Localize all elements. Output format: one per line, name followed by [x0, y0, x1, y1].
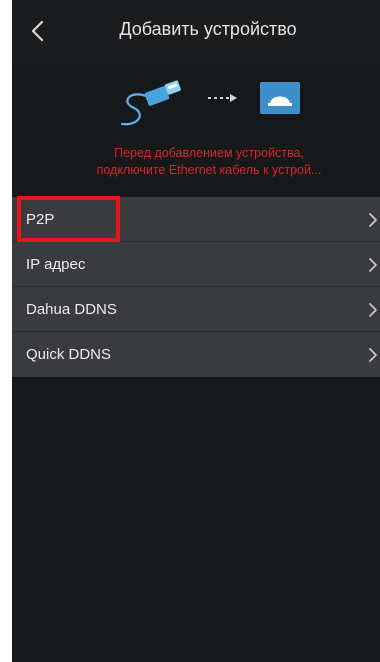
device-icon — [260, 82, 300, 114]
app-screen: Добавить устройство Перед добавлением ус… — [12, 0, 380, 662]
menu-item-label: IP адрес — [26, 256, 86, 273]
connection-illustration — [120, 80, 300, 126]
warning-line-1: Перед добавлением устройства, — [114, 146, 304, 160]
chevron-right-icon — [368, 212, 378, 228]
chevron-right-icon — [368, 347, 378, 363]
ethernet-warning: Перед добавлением устройства, подключите… — [38, 145, 380, 179]
back-button[interactable] — [26, 18, 52, 44]
chevron-right-icon — [368, 257, 378, 273]
chevron-right-icon — [368, 302, 378, 318]
nav-header: Добавить устройство — [12, 0, 380, 64]
menu-item-label: Quick DDNS — [26, 346, 112, 363]
menu-item-label: Dahua DDNS — [26, 301, 117, 318]
warning-line-2: подключите Ethernet кабель к устрой... — [96, 163, 322, 177]
menu-item-dahua-ddns[interactable]: Dahua DDNS — [12, 287, 380, 332]
connection-method-list: P2P IP адрес Dahua DDNS Quick DDNS — [12, 196, 380, 377]
menu-item-quick-ddns[interactable]: Quick DDNS — [12, 332, 380, 377]
chevron-left-icon — [31, 20, 44, 42]
page-title: Добавить устройство — [119, 19, 297, 39]
menu-item-ip-address[interactable]: IP адрес — [12, 242, 380, 287]
menu-item-p2p[interactable]: P2P — [12, 196, 380, 242]
dashed-arrow-icon — [208, 94, 237, 102]
ethernet-cable-icon — [120, 80, 181, 126]
highlight-box — [17, 196, 120, 242]
